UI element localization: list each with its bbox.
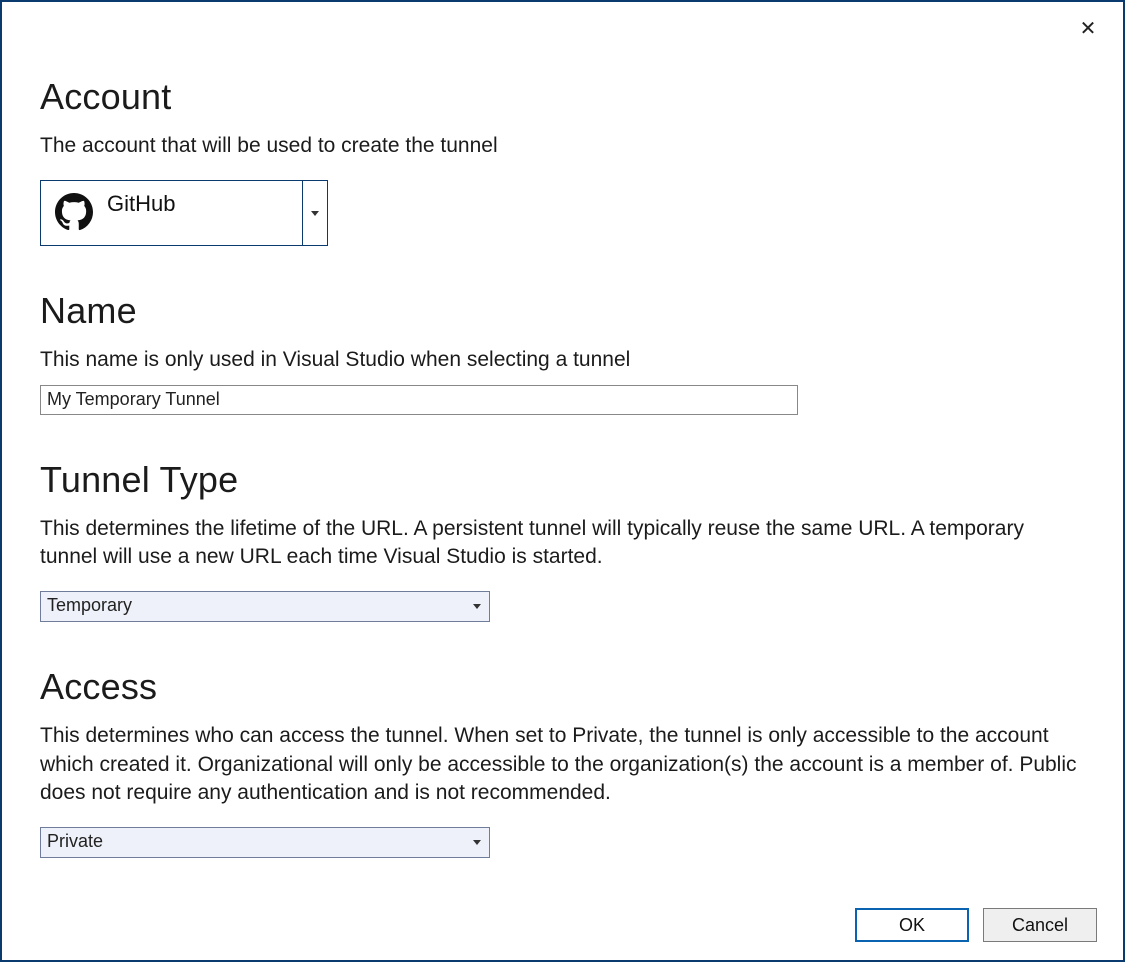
heading-account: Account <box>40 76 1085 118</box>
account-selector-label: GitHub <box>107 191 175 217</box>
heading-access: Access <box>40 666 1085 708</box>
cancel-button[interactable]: Cancel <box>983 908 1097 942</box>
tunnel-type-dropdown-button[interactable] <box>465 592 489 621</box>
chevron-down-icon <box>473 604 481 609</box>
close-button[interactable]: ✕ <box>1075 16 1101 42</box>
desc-access: This determines who can access the tunne… <box>40 722 1080 807</box>
section-tunnel-type: Tunnel Type This determines the lifetime… <box>40 459 1085 623</box>
section-name: Name This name is only used in Visual St… <box>40 290 1085 414</box>
access-select[interactable]: Private <box>40 827 490 858</box>
heading-tunnel-type: Tunnel Type <box>40 459 1085 501</box>
close-icon: ✕ <box>1080 19 1097 39</box>
access-dropdown-button[interactable] <box>465 828 489 857</box>
tunnel-type-value: Temporary <box>41 592 465 621</box>
desc-account: The account that will be used to create … <box>40 132 1080 160</box>
dialog-create-tunnel: ✕ Account The account that will be used … <box>0 0 1125 962</box>
desc-tunnel-type: This determines the lifetime of the URL.… <box>40 515 1080 572</box>
ok-button[interactable]: OK <box>855 908 969 942</box>
tunnel-name-input[interactable] <box>40 385 798 415</box>
chevron-down-icon <box>311 211 319 216</box>
tunnel-type-select[interactable]: Temporary <box>40 591 490 622</box>
account-selector-dropdown[interactable] <box>302 181 327 245</box>
chevron-down-icon <box>473 840 481 845</box>
heading-name: Name <box>40 290 1085 332</box>
account-selector[interactable]: GitHub <box>40 180 328 246</box>
access-value: Private <box>41 828 465 857</box>
github-icon <box>55 193 93 231</box>
section-access: Access This determines who can access th… <box>40 666 1085 858</box>
account-selector-main[interactable]: GitHub <box>41 181 302 245</box>
section-account: Account The account that will be used to… <box>40 76 1085 246</box>
dialog-footer: OK Cancel <box>855 908 1097 942</box>
desc-name: This name is only used in Visual Studio … <box>40 346 1080 374</box>
